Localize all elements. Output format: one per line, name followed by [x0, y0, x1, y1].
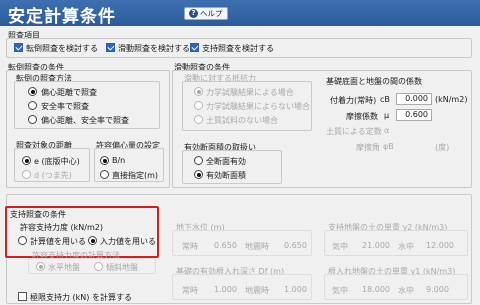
allow-label: 直接指定(m) — [112, 171, 159, 180]
bearing-option-label: 計算値を用いる — [30, 237, 86, 246]
help-icon: ? — [189, 9, 198, 18]
groundwater-quake-label: 地震時 — [245, 242, 269, 251]
coef-label: 摩擦係数 — [346, 112, 378, 121]
target-label: e (底版中心) — [34, 157, 80, 166]
groundwater-quake-value: 0.650 — [284, 241, 307, 250]
embed-quake-value: 1.000 — [284, 285, 307, 294]
coef-symbol: μ — [384, 111, 390, 120]
bearing-check-checkbox[interactable] — [190, 43, 199, 52]
resist-label: 力学試験結果による場合 — [206, 88, 294, 97]
overturn-method-radio-eccentric[interactable] — [28, 87, 37, 96]
unit-weight1-air-value: 18.000 — [362, 285, 390, 294]
angle-label: 摩擦角 — [356, 143, 380, 152]
target-radio-e[interactable] — [22, 156, 31, 165]
title-bar: 安定計算条件 ? ヘルプ — [0, 0, 480, 27]
unit-weight2-air-label: 気中 — [332, 242, 348, 251]
allow-radio-bn[interactable] — [100, 156, 109, 165]
sliding-check-label: 滑動照査を検討する — [118, 44, 190, 53]
soil-constant-symbol: α — [384, 126, 390, 135]
adhesion-unit: (kN/m2) — [435, 95, 468, 104]
bearing-check-label: 支持照査を検討する — [202, 44, 274, 53]
unit-weight1-air-label: 気中 — [332, 286, 348, 295]
soil-constant-label: 土質による定数 — [326, 127, 382, 136]
overturn-method-radio-safety[interactable] — [28, 101, 37, 110]
target-label: d (つま先) — [34, 171, 72, 180]
adhesion-label: 付着力(常時) — [330, 96, 377, 105]
ultimate-bearing-label: 極限支持力 (kN) を計算する — [30, 293, 132, 302]
overturn-method-label: 安全率で照査 — [41, 102, 89, 111]
overturn-check-label: 転倒照査を検討する — [26, 44, 98, 53]
angle-unit: (度) — [435, 143, 450, 152]
unit-weight1-water-label: 水中 — [398, 286, 414, 295]
coef-input[interactable]: 0.600 — [396, 109, 432, 121]
bearing-method-label: 傾斜地盤 — [106, 263, 138, 272]
bearing-heading: 支持照査の条件 — [10, 210, 66, 219]
valid-label: 全断面有効 — [206, 157, 246, 166]
adhesion-symbol: cB — [380, 95, 390, 104]
overturn-method-label: 偏心距離、安全率で照査 — [41, 116, 129, 125]
bearing-radio-input[interactable] — [88, 236, 97, 245]
bearing-radio-calc[interactable] — [18, 236, 27, 245]
resist-label: 力学試験結果によらない場合 — [206, 102, 310, 111]
unit-weight2-water-label: 水中 — [398, 242, 414, 251]
groundwater-normal-label: 常時 — [182, 242, 198, 251]
help-label: ヘルプ — [200, 9, 223, 18]
overturn-method-label: 偏心距離で照査 — [41, 88, 97, 97]
unit-weight2-air-value: 21.000 — [362, 241, 390, 250]
help-button[interactable]: ? ヘルプ — [184, 7, 228, 20]
embed-normal-label: 常時 — [182, 286, 198, 295]
resist-radio-no-sample[interactable] — [194, 115, 203, 124]
overturn-method-radio-both[interactable] — [28, 115, 37, 124]
valid-radio-full[interactable] — [194, 156, 203, 165]
friction-heading: 基礎底面と地盤の間の係数 — [326, 77, 422, 86]
bearing-method-label: 水平地盤 — [48, 263, 80, 272]
bearing-option-label: 入力値を用いる — [100, 237, 156, 246]
unit-weight1-water-value: 9.000 — [426, 285, 449, 294]
ultimate-bearing-checkbox[interactable] — [18, 292, 27, 301]
resist-radio-mechanical[interactable] — [194, 87, 203, 96]
allow-label: B/n — [112, 156, 126, 165]
adhesion-input[interactable]: 0.000 — [396, 93, 432, 105]
page-title: 安定計算条件 — [8, 7, 116, 27]
unit-weight2-water-value: 12.000 — [426, 241, 454, 250]
embed-normal-value: 1.000 — [214, 285, 237, 294]
allow-radio-direct[interactable] — [100, 170, 109, 179]
bearing-method-radio-flat[interactable] — [36, 262, 45, 271]
overturn-check-checkbox[interactable] — [14, 43, 23, 52]
angle-symbol: φB — [383, 142, 394, 151]
sliding-check-checkbox[interactable] — [106, 43, 115, 52]
embed-quake-label: 地震時 — [245, 286, 269, 295]
bearing-method-radio-slope[interactable] — [94, 262, 103, 271]
valid-label: 有効断面積 — [206, 171, 246, 180]
allow-bearing-heading: 許容支持力度 (kN/m2) — [20, 223, 103, 232]
valid-radio-effective[interactable] — [194, 170, 203, 179]
resist-label: 土質試料のない場合 — [206, 116, 278, 125]
target-radio-d[interactable] — [22, 170, 31, 179]
resist-radio-non-mechanical[interactable] — [194, 101, 203, 110]
groundwater-normal-value: 0.650 — [214, 241, 237, 250]
